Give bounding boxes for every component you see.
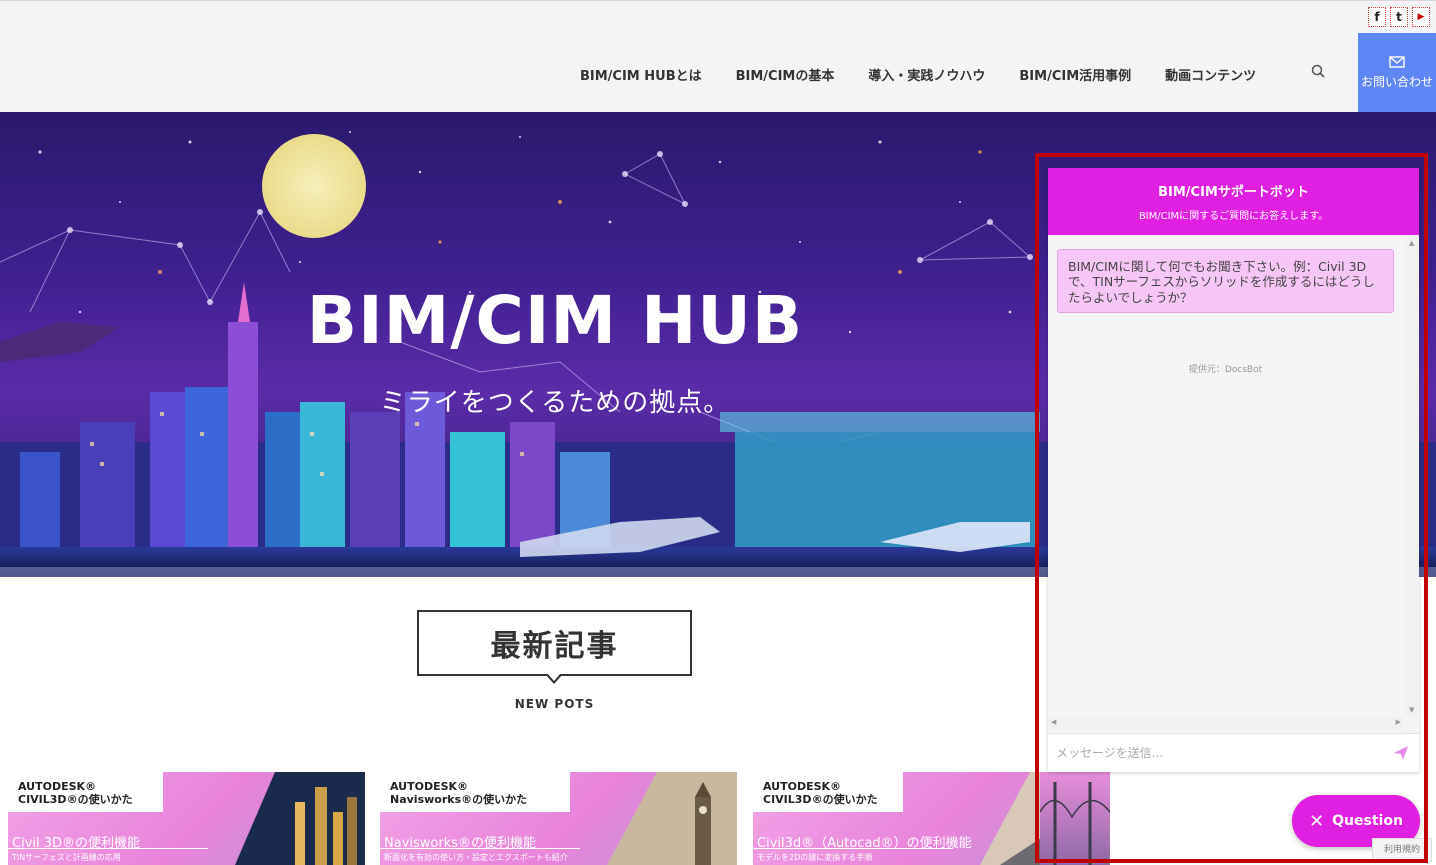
scroll-right-icon[interactable]: ▶ — [1396, 718, 1401, 726]
card-feature: Navisworks®の便利機能 — [384, 836, 537, 851]
brand-product: CIVIL3D®の使いかた — [18, 793, 133, 807]
card-brand: AUTODESK® CIVIL3D®の使いかた — [8, 772, 163, 812]
latest-heading: 最新記事 — [417, 610, 692, 676]
brand-name: AUTODESK® — [390, 780, 469, 793]
nav-item-cases[interactable]: BIM/CIM活用事例 — [1002, 65, 1148, 84]
heading-pointer-inner — [547, 673, 561, 681]
chatbot-window: BIM/CIMサポートボット BIM/CIMに関するご質問にお答えします。 BI… — [1048, 168, 1419, 772]
hero-subtitle: ミライをつくるための拠点。 — [379, 388, 731, 418]
card-sub: モデルを2Dの線に変換する手順 — [757, 853, 873, 862]
brand-product: CIVIL3D®の使いかた — [763, 793, 878, 807]
card-sub: TINサーフェスと計画線の応用 — [12, 853, 121, 862]
twitter-icon[interactable]: t — [1390, 7, 1408, 27]
contact-label: お問い合わせ — [1360, 75, 1433, 89]
search-icon[interactable] — [1310, 63, 1328, 81]
chatbot-header: BIM/CIMサポートボット BIM/CIMに関するご質問にお答えします。 — [1048, 168, 1419, 235]
chat-vertical-scrollbar[interactable]: ▲ ▼ — [1406, 237, 1418, 716]
bigben-photo — [607, 772, 737, 865]
chat-message-input[interactable] — [1056, 742, 1376, 764]
recaptcha-badge[interactable]: 利用規約 — [1372, 838, 1432, 862]
facebook-icon[interactable]: f — [1368, 7, 1386, 27]
article-card-1[interactable]: AUTODESK® CIVIL3D®の使いかた Civil 3D®の便利機能 T… — [8, 772, 365, 865]
scroll-left-icon[interactable]: ◀ — [1051, 718, 1056, 726]
page: f t ▶ BIM/CIM HUBとは BIM/CIMの基本 導入・実践ノウハウ… — [0, 0, 1436, 865]
brand-name: AUTODESK® — [18, 780, 97, 793]
scroll-down-icon[interactable]: ▼ — [1409, 706, 1414, 714]
send-icon[interactable] — [1392, 744, 1410, 762]
scroll-up-icon[interactable]: ▲ — [1409, 239, 1414, 247]
mail-icon — [1389, 56, 1405, 68]
card-feature: Civil 3D®の便利機能 — [12, 836, 141, 851]
card-feature: Civil3d®（Autocad®）の便利機能 — [757, 836, 972, 851]
nav-item-knowhow[interactable]: 導入・実践ノウハウ — [851, 65, 1002, 84]
contact-button[interactable]: お問い合わせ — [1358, 33, 1436, 113]
city-photo — [235, 772, 365, 865]
brand-name: AUTODESK® — [763, 780, 842, 793]
article-card-2[interactable]: AUTODESK® Navisworks®の使いかた Navisworks®の便… — [380, 772, 737, 865]
article-card-4-partial[interactable] — [1039, 772, 1111, 865]
nav-item-basics[interactable]: BIM/CIMの基本 — [719, 65, 852, 84]
chat-horizontal-scrollbar[interactable]: ◀ ▶ — [1048, 718, 1404, 730]
chat-input-bar — [1048, 733, 1419, 772]
nav-item-videos[interactable]: 動画コンテンツ — [1148, 65, 1273, 84]
card-brand: AUTODESK® Navisworks®の使いかた — [380, 772, 570, 812]
latest-subheading: NEW POTS — [514, 697, 595, 711]
nav-item-about[interactable]: BIM/CIM HUBとは — [580, 65, 719, 84]
bridge-photo — [1039, 782, 1111, 865]
site-header: f t ▶ BIM/CIM HUBとは BIM/CIMの基本 導入・実践ノウハウ… — [0, 0, 1436, 113]
main-nav: BIM/CIM HUBとは BIM/CIMの基本 導入・実践ノウハウ BIM/C… — [580, 65, 1273, 84]
card-brand: AUTODESK® CIVIL3D®の使いかた — [753, 772, 903, 812]
brand-product: Navisworks®の使いかた — [390, 793, 528, 807]
youtube-icon[interactable]: ▶ — [1412, 7, 1430, 27]
powered-by[interactable]: 提供元：DocsBot — [1048, 362, 1403, 375]
close-icon: ✕ — [1309, 810, 1325, 832]
bot-message: BIM/CIMに関して何でもお聞き下さい。例：Civil 3Dで、TINサーフェ… — [1057, 249, 1394, 313]
hero-title: BIM/CIM HUB — [306, 282, 804, 359]
social-links: f t ▶ — [1368, 7, 1430, 27]
chatbot-subtitle: BIM/CIMに関するご質問にお答えします。 — [1138, 211, 1329, 222]
card-sub: 断面化を有効の使い方・設定とエクスポートも紹介 — [384, 853, 568, 862]
question-label: Question — [1332, 813, 1403, 829]
chatbot-title: BIM/CIMサポートボット — [1158, 185, 1309, 200]
